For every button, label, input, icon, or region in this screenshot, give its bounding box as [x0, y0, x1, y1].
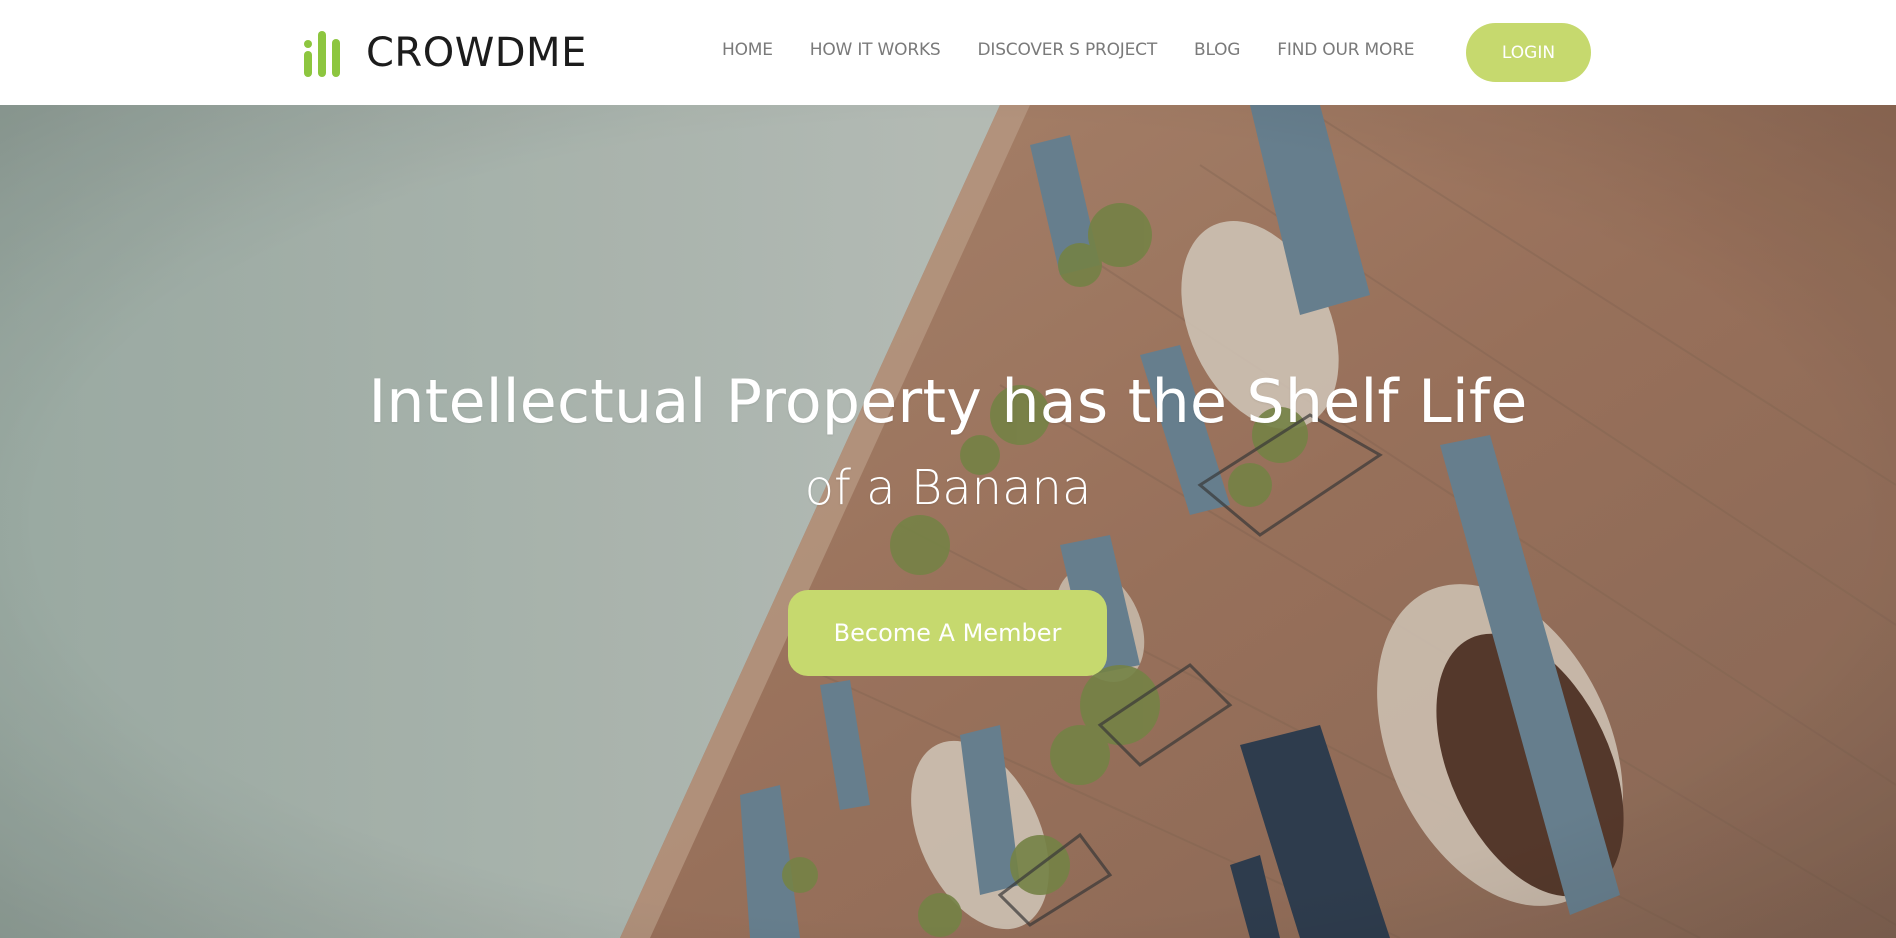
site-header: CROWDME HOME HOW IT WORKS DISCOVER S PRO…	[0, 0, 1896, 105]
bars-logo-icon	[304, 31, 340, 77]
nav-item-home[interactable]: HOME	[722, 40, 773, 60]
brand-logo[interactable]: CROWDME	[302, 28, 587, 78]
hero-section: Intellectual Property has the Shelf Life…	[0, 105, 1896, 938]
main-nav: HOME HOW IT WORKS DISCOVER S PROJECT BLO…	[722, 40, 1415, 60]
nav-item-discover-projects[interactable]: DISCOVER S PROJECT	[978, 40, 1158, 60]
login-button[interactable]: LOGIN	[1466, 23, 1591, 82]
nav-item-find-out-more[interactable]: FIND OUR MORE	[1277, 40, 1414, 60]
brand-name: CROWDME	[366, 30, 587, 76]
hero-title: Intellectual Property has the Shelf Life	[368, 367, 1528, 437]
hero-content: Intellectual Property has the Shelf Life…	[0, 105, 1896, 938]
nav-item-how-it-works[interactable]: HOW IT WORKS	[810, 40, 941, 60]
hero-subtitle: of a Banana	[804, 460, 1092, 516]
become-member-button[interactable]: Become A Member	[788, 590, 1107, 676]
nav-item-blog[interactable]: BLOG	[1194, 40, 1240, 60]
